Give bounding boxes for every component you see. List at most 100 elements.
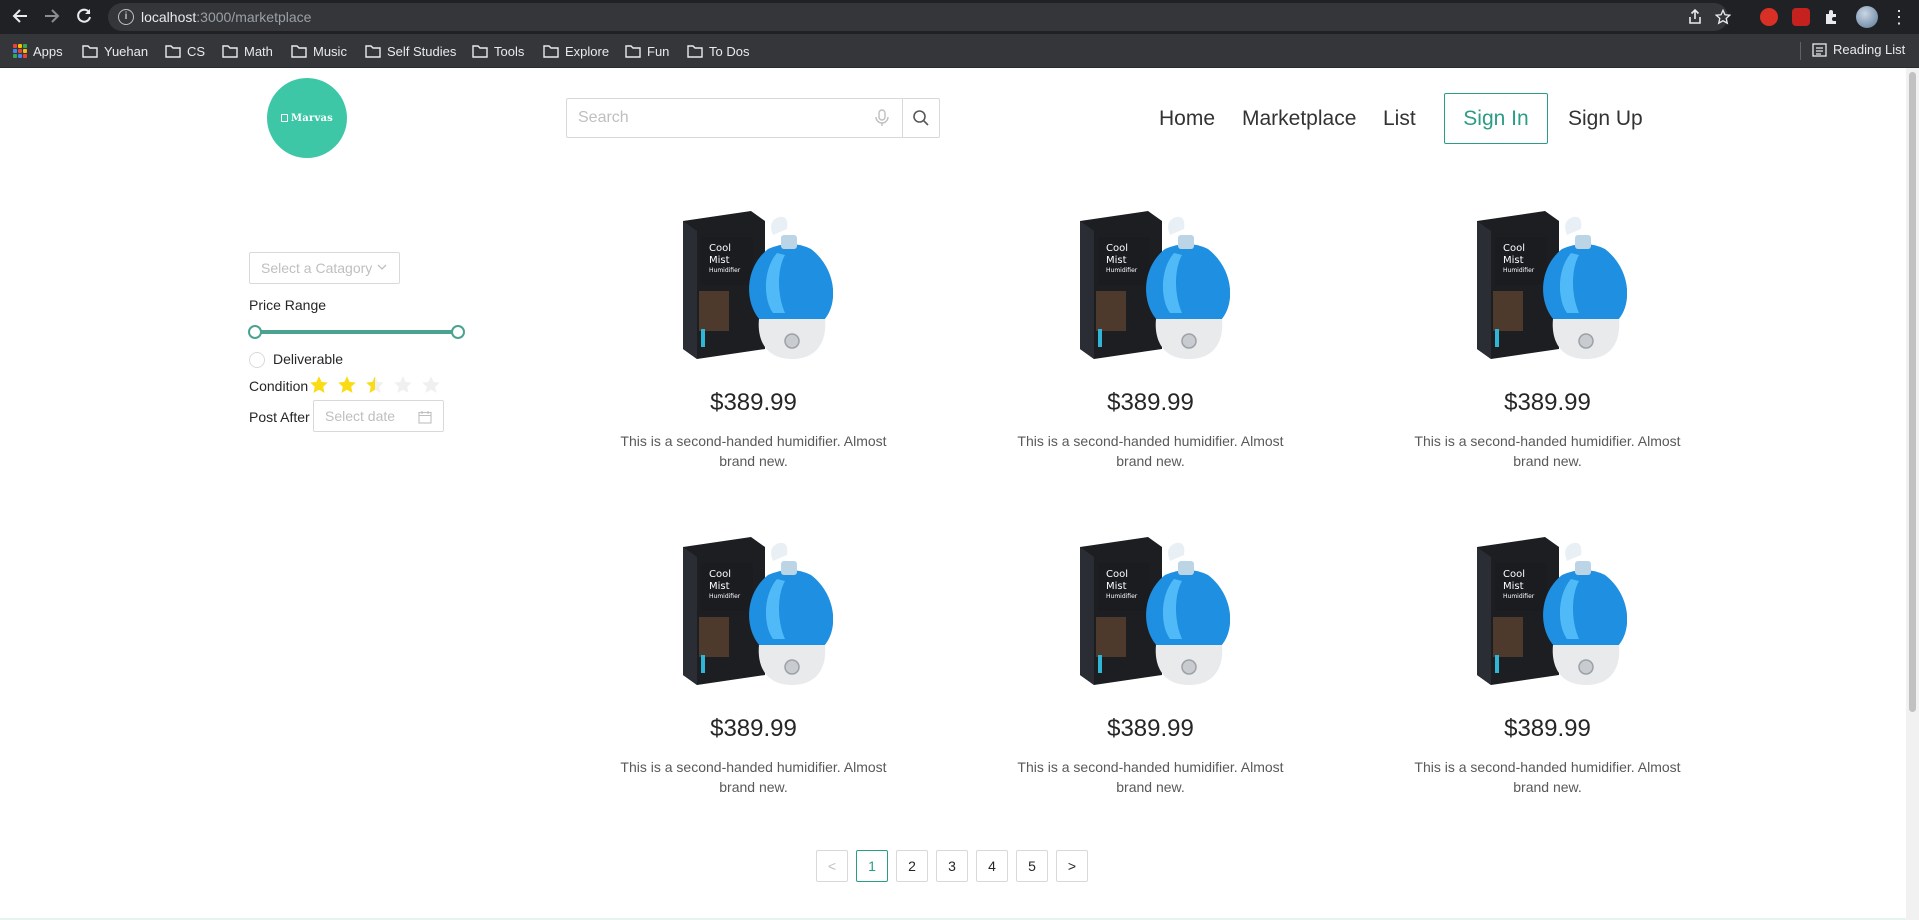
humidifier-product-image[interactable]: Cool Mist Humidifier <box>1467 209 1627 369</box>
bookmark-folder-cs[interactable]: CS <box>165 42 205 60</box>
humidifier-product-image[interactable]: Cool Mist Humidifier <box>673 209 833 369</box>
nav-home[interactable]: Home <box>1159 107 1215 131</box>
product-card[interactable]: Cool Mist Humidifier $389.99 This is a s… <box>617 209 917 499</box>
pagination-next-button[interactable]: > <box>1056 850 1088 882</box>
search-button[interactable] <box>902 98 940 138</box>
product-description-line: brand new. <box>719 453 788 469</box>
condition-rating[interactable] <box>309 375 441 395</box>
site-logo[interactable]: Marvas <box>267 78 347 158</box>
humidifier-product-image[interactable]: Cool Mist Humidifier <box>673 535 833 695</box>
price-min-handle[interactable] <box>248 325 262 339</box>
chevron-down-icon <box>377 264 387 270</box>
nav-list[interactable]: List <box>1383 107 1416 131</box>
folder-icon <box>365 45 381 58</box>
pagination-page-3[interactable]: 3 <box>936 850 968 882</box>
product-price: $389.99 <box>710 389 797 416</box>
svg-text:Mist: Mist <box>1503 581 1524 592</box>
svg-text:Humidifier: Humidifier <box>1503 267 1535 274</box>
pagination-page-2[interactable]: 2 <box>896 850 928 882</box>
browser-menu-icon[interactable]: ⋮ <box>1890 5 1908 29</box>
folder-icon <box>625 45 641 58</box>
bookmark-folder-tools[interactable]: Tools <box>472 42 524 60</box>
pagination-page-5[interactable]: 5 <box>1016 850 1048 882</box>
next-chevron-icon: > <box>1067 858 1077 874</box>
product-description: This is a second-handed humidifier. Almo… <box>1411 757 1684 797</box>
deliverable-label: Deliverable <box>273 351 344 367</box>
svg-text:Cool: Cool <box>709 569 731 580</box>
scrollbar-thumb[interactable] <box>1909 72 1916 712</box>
product-card[interactable]: Cool Mist Humidifier $389.99 This is a s… <box>617 535 917 825</box>
svg-text:Cool: Cool <box>1106 243 1128 254</box>
product-description-line: brand new. <box>1513 453 1582 469</box>
url-text: localhost:3000/marketplace <box>141 9 311 25</box>
humidifier-product-image[interactable]: Cool Mist Humidifier <box>1467 535 1627 695</box>
star-empty-icon[interactable] <box>393 375 413 395</box>
sign-in-label: Sign In <box>1463 106 1529 130</box>
star-empty-icon[interactable] <box>421 375 441 395</box>
bookmark-folder-self-studies[interactable]: Self Studies <box>365 42 456 60</box>
pagination-page-4[interactable]: 4 <box>976 850 1008 882</box>
nav-sign-up[interactable]: Sign Up <box>1568 107 1643 131</box>
forward-arrow-icon[interactable] <box>40 5 64 29</box>
price-range-slider[interactable] <box>254 330 457 334</box>
category-select[interactable]: Select a Catagory <box>249 252 400 284</box>
microphone-icon[interactable] <box>872 108 892 128</box>
bookmark-label: To Dos <box>709 43 750 59</box>
bookmark-star-icon[interactable] <box>1714 8 1732 27</box>
extension-red-icon[interactable] <box>1760 8 1778 26</box>
deliverable-radio[interactable] <box>249 352 265 368</box>
calendar-icon <box>418 411 432 424</box>
star-full-icon[interactable] <box>337 375 357 395</box>
reload-icon[interactable] <box>72 5 96 29</box>
post-after-label: Post After <box>249 409 310 425</box>
price-max-handle[interactable] <box>451 325 465 339</box>
bookmarks-divider <box>1800 42 1801 60</box>
humidifier-product-image[interactable]: Cool Mist Humidifier <box>1070 535 1230 695</box>
extensions-puzzle-icon[interactable] <box>1823 8 1841 26</box>
page-scrollbar[interactable] <box>1906 68 1919 920</box>
share-icon[interactable] <box>1686 8 1704 27</box>
site-info-icon[interactable]: i <box>118 9 134 25</box>
condition-label: Condition <box>249 378 309 394</box>
reading-list-icon <box>1812 42 1827 57</box>
sign-in-button[interactable]: Sign In <box>1444 93 1548 144</box>
svg-text:Mist: Mist <box>1503 255 1524 266</box>
extension-calendar-icon[interactable] <box>1792 8 1810 26</box>
folder-icon <box>291 45 307 58</box>
bookmark-folder-to-dos[interactable]: To Dos <box>687 42 749 60</box>
back-arrow-icon[interactable] <box>8 5 32 29</box>
product-description-line: This is a second-handed humidifier. Almo… <box>620 759 887 775</box>
product-description-line: brand new. <box>719 779 788 795</box>
product-description: This is a second-handed humidifier. Almo… <box>1014 757 1287 797</box>
svg-text:Cool: Cool <box>709 243 731 254</box>
logo-text: Marvas <box>291 112 333 124</box>
star-half-icon[interactable] <box>365 375 385 395</box>
nav-marketplace[interactable]: Marketplace <box>1242 107 1356 131</box>
post-after-date-picker[interactable]: Select date <box>313 400 444 432</box>
search-input[interactable] <box>566 98 903 138</box>
product-card[interactable]: Cool Mist Humidifier $389.99 This is a s… <box>1411 209 1711 499</box>
address-bar[interactable]: i localhost:3000/marketplace <box>108 3 1732 31</box>
bookmark-folder-math[interactable]: Math <box>222 42 273 60</box>
bookmark-folder-fun[interactable]: Fun <box>625 42 669 60</box>
product-description-line: This is a second-handed humidifier. Almo… <box>1414 433 1681 449</box>
product-card[interactable]: Cool Mist Humidifier $389.99 This is a s… <box>1411 535 1711 825</box>
profile-avatar[interactable] <box>1856 6 1878 28</box>
bookmark-apps[interactable]: Apps <box>13 42 63 60</box>
svg-text:Cool: Cool <box>1503 243 1525 254</box>
bookmark-folder-yuehan[interactable]: Yuehan <box>82 42 148 60</box>
humidifier-product-image[interactable]: Cool Mist Humidifier <box>1070 209 1230 369</box>
folder-icon <box>82 45 98 58</box>
pagination-prev-button[interactable]: < <box>816 850 848 882</box>
product-card[interactable]: Cool Mist Humidifier $389.99 This is a s… <box>1014 535 1314 825</box>
product-price: $389.99 <box>1504 389 1591 416</box>
product-description-line: brand new. <box>1116 453 1185 469</box>
svg-text:Cool: Cool <box>1503 569 1525 580</box>
page-number: 5 <box>1028 858 1036 874</box>
bookmark-folder-music[interactable]: Music <box>291 42 347 60</box>
product-card[interactable]: Cool Mist Humidifier $389.99 This is a s… <box>1014 209 1314 499</box>
reading-list-button[interactable]: Reading List <box>1812 42 1905 57</box>
star-full-icon[interactable] <box>309 375 329 395</box>
bookmark-folder-explore[interactable]: Explore <box>543 42 609 60</box>
pagination-page-1[interactable]: 1 <box>856 850 888 882</box>
